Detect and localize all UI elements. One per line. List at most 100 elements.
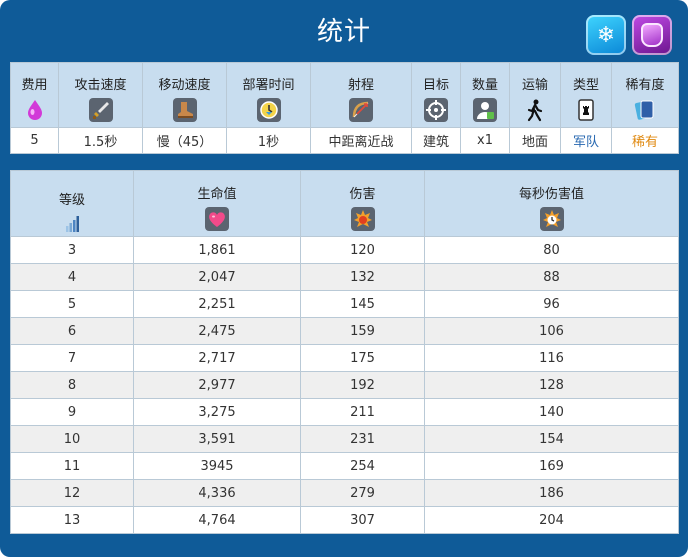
cell-dps: 96 [424,290,679,318]
header-rarity: 稀有度 [611,62,679,128]
walking-icon [523,98,547,122]
stats-panel: 统计 ❄ 费用 攻击速度 移动速度 部署时间 射程 目标 数量 运输 类型 稀有… [0,0,688,557]
bow-icon [349,98,373,122]
header-deploy-time-label: 部署时间 [242,78,295,93]
header-level-label: 等级 [58,193,85,208]
cell-damage: 279 [300,479,425,507]
value-move-speed: 慢（45） [142,127,227,154]
cards-icon [633,98,657,122]
header-damage-label: 伤害 [349,187,376,202]
cell-hitpoints: 2,047 [133,263,301,291]
sword-icon [88,98,113,122]
cell-level: 3 [10,236,134,264]
header-damage: 伤害 [300,170,425,237]
cell-damage: 175 [300,344,425,372]
cell-dps: 88 [424,263,679,291]
cell-dps: 128 [424,371,679,399]
cell-damage: 159 [300,317,425,345]
table-row: 11 3945 254 169 [10,452,679,480]
cell-hitpoints: 4,764 [133,506,301,534]
header-range: 射程 [310,62,412,128]
cell-level: 12 [10,479,134,507]
cell-damage: 211 [300,398,425,426]
cell-damage: 132 [300,263,425,291]
table-row: 13 4,764 307 204 [10,506,679,534]
card-info-row: 5 1.5秒 慢（45） 1秒 中距离近战 建筑 x1 地面 军队 稀有 [10,127,679,154]
cell-hitpoints: 2,717 [133,344,301,372]
cell-hitpoints: 1,861 [133,236,301,264]
cell-level: 9 [10,398,134,426]
value-transport: 地面 [509,127,561,154]
cell-damage: 307 [300,506,425,534]
table-row: 8 2,977 192 128 [10,371,679,399]
table-row: 6 2,475 159 106 [10,317,679,345]
cell-hitpoints: 3945 [133,452,301,480]
header-rarity-label: 稀有度 [625,78,665,93]
cell-hitpoints: 2,251 [133,290,301,318]
cell-dps: 116 [424,344,679,372]
damage-icon [350,207,375,231]
clock-icon [256,98,281,122]
page-title: 统计 [316,17,371,47]
header-dps-label: 每秒伤害值 [518,187,584,202]
table-row: 10 3,591 231 154 [10,425,679,453]
table-row: 7 2,717 175 116 [10,344,679,372]
value-deploy-time: 1秒 [226,127,311,154]
table-row: 5 2,251 145 96 [10,290,679,318]
cell-dps: 154 [424,425,679,453]
stats-body: 3 1,861 120 80 4 2,047 132 88 5 2,251 145 96 6 2,475 1… [10,236,679,534]
cell-dps: 80 [424,236,679,264]
header-hitpoints-label: 生命值 [197,187,237,202]
cell-damage: 231 [300,425,425,453]
heart-icon [205,207,229,231]
cell-hitpoints: 4,336 [133,479,301,507]
cell-level: 8 [10,371,134,399]
header-range-label: 射程 [347,78,374,93]
card-info-table: 费用 攻击速度 移动速度 部署时间 射程 目标 数量 运输 类型 稀有度 5 1… [10,62,679,154]
cell-dps: 204 [424,506,679,534]
cell-dps: 140 [424,398,679,426]
value-count: x1 [460,127,510,154]
header-level: 等级 [10,170,134,237]
header-move-speed-label: 移动速度 [158,78,211,93]
cell-level: 5 [10,290,134,318]
value-type-link[interactable]: 军队 [560,127,612,154]
cell-level: 6 [10,317,134,345]
header-hitpoints: 生命值 [133,170,301,237]
header-deploy-time: 部署时间 [226,62,311,128]
cell-level: 4 [10,263,134,291]
header-cost: 费用 [10,62,59,128]
cell-level: 13 [10,506,134,534]
cell-level: 11 [10,452,134,480]
value-rarity: 稀有 [611,127,679,154]
cell-damage: 192 [300,371,425,399]
table-row: 12 4,336 279 186 [10,479,679,507]
value-target: 建筑 [411,127,461,154]
header-move-speed: 移动速度 [142,62,227,128]
header-dps: 每秒伤害值 [424,170,679,237]
header-count: 数量 [460,62,510,128]
level-stats-table: 等级 生命值 伤害 每秒伤害值 3 1,861 120 80 4 2,047 1… [10,170,679,534]
header-target: 目标 [411,62,461,128]
cell-dps: 106 [424,317,679,345]
cell-hitpoints: 3,591 [133,425,301,453]
cell-hitpoints: 3,275 [133,398,301,426]
crosshair-icon [424,98,448,122]
cell-hitpoints: 2,475 [133,317,301,345]
header-type-label: 类型 [572,78,599,93]
header-transport: 运输 [509,62,561,128]
cell-level: 7 [10,344,134,372]
header-count-label: 数量 [471,78,498,93]
header-cost-label: 费用 [21,78,48,93]
table-row: 9 3,275 211 140 [10,398,679,426]
value-attack-speed: 1.5秒 [58,127,143,154]
freeze-card-icon[interactable]: ❄ [586,15,626,55]
table-row: 4 2,047 132 88 [10,263,679,291]
rage-jar-card-icon[interactable] [632,15,672,55]
cell-damage: 120 [300,236,425,264]
header-target-label: 目标 [422,78,449,93]
card-icon [574,98,598,122]
table-row: 3 1,861 120 80 [10,236,679,264]
cell-hitpoints: 2,977 [133,371,301,399]
dps-icon [539,207,564,231]
